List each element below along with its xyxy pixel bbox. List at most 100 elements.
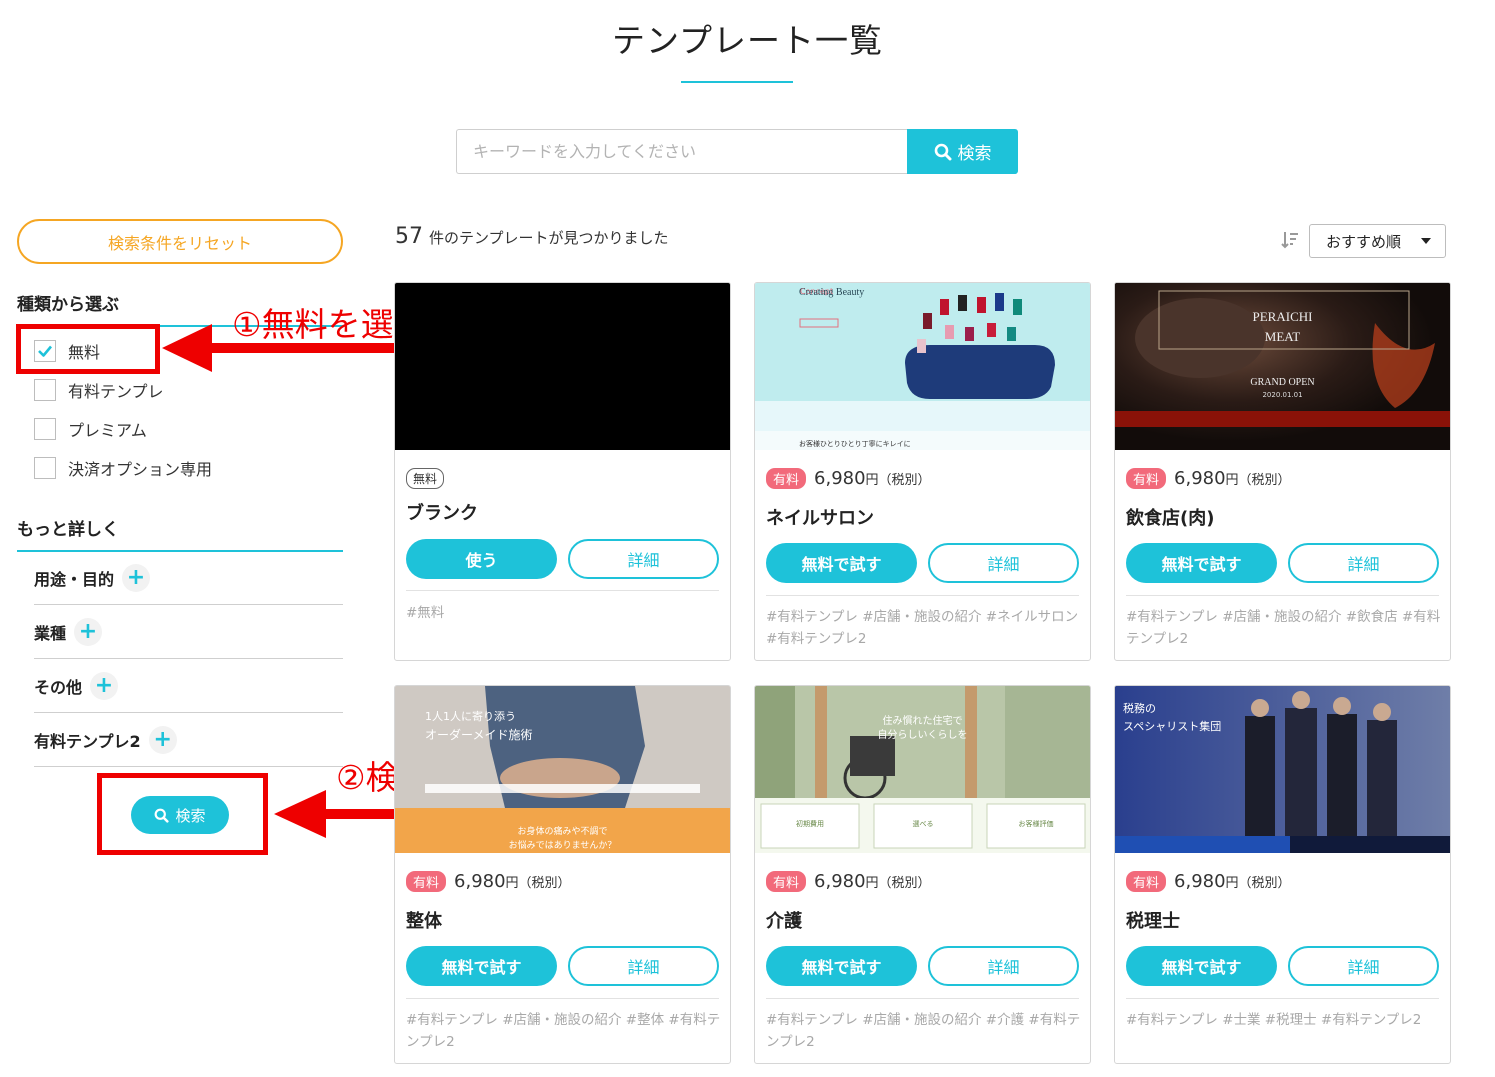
detail-button[interactable]: 詳細 [568, 946, 719, 986]
price-row: 有料 6,980円（税別） [406, 871, 571, 892]
filter-label: 業種 [34, 623, 67, 643]
try-free-button[interactable]: 無料で試す [766, 543, 917, 583]
price-row: 有料 6,980円（税別） [1126, 468, 1291, 489]
checkbox[interactable] [34, 418, 56, 440]
price-row: 有料 6,980円（税別） [766, 468, 931, 489]
detail-button[interactable]: 詳細 [1288, 946, 1439, 986]
tag-list: #有料テンプレ #店舗・施設の紹介 #飲食店 #有料テンプレ2 [1126, 609, 1441, 647]
tag-list: #有料テンプレ #店舗・施設の紹介 #ネイルサロン #有料テンプレ2 [766, 609, 1079, 647]
type-label: プレミアム [68, 421, 147, 440]
sort-label: おすすめ順 [1326, 232, 1402, 251]
template-card: Concept Creating Beauty お客様ひとりひとり丁寧にキレイに… [754, 282, 1091, 661]
thumb-text: スペシャリスト集団 [1123, 721, 1222, 733]
thumb-text: Creating Beauty [799, 287, 865, 298]
paid-badge: 有料 [766, 871, 807, 892]
price-unit: 円（税別） [1225, 876, 1291, 891]
thumb-text: 自分らしいくらしを [877, 730, 968, 741]
paid-badge: 有料 [406, 871, 447, 892]
type-checkbox-premium[interactable]: プレミアム [34, 417, 147, 441]
more-heading: もっと詳しく [17, 515, 343, 552]
title-underline [681, 81, 793, 83]
thumb-text: 選べる [912, 820, 934, 828]
try-free-button[interactable]: 無料で試す [766, 946, 917, 986]
template-thumbnail[interactable] [395, 283, 730, 450]
tag-list: #無料 [406, 605, 445, 621]
price-value: 6,980 [814, 468, 866, 489]
tag-list: #有料テンプレ #店舗・施設の紹介 #整体 #有料テンプレ2 [406, 1012, 721, 1050]
template-card: 無料 ブランク 使う 詳細 #無料 [394, 282, 731, 661]
detail-button[interactable]: 詳細 [568, 539, 719, 579]
plus-icon[interactable]: + [122, 563, 151, 592]
template-thumbnail[interactable]: 住み慣れた住宅で 自分らしいくらしを 初期費用 選べる お客様評価 [755, 686, 1090, 853]
page-title: テンプレート一覧 [611, 21, 883, 60]
keyword-search-label: 検索 [957, 144, 992, 164]
template-card: 住み慣れた住宅で 自分らしいくらしを 初期費用 選べる お客様評価 有料 6,9… [754, 685, 1091, 1064]
paid-badge: 有料 [766, 468, 807, 489]
divider [766, 595, 1079, 596]
result-count-number: 57 [395, 224, 423, 249]
plus-icon[interactable]: + [74, 617, 103, 646]
price-value: 6,980 [454, 871, 506, 892]
divider [406, 998, 719, 999]
search-icon [934, 143, 951, 160]
price-value: 6,980 [1174, 468, 1226, 489]
sort-select[interactable]: おすすめ順 [1309, 224, 1446, 258]
thumb-text: GRAND OPEN [1250, 377, 1315, 388]
divider [1126, 595, 1439, 596]
thumb-text: お悩みではありませんか？ [508, 841, 617, 851]
template-name: 整体 [406, 911, 442, 932]
template-thumbnail[interactable]: 税務の スペシャリスト集団 [1115, 686, 1450, 853]
annotation-box-search [97, 773, 268, 855]
template-thumbnail[interactable]: 1人1人に寄り添う オーダーメイド施術 お身体の痛みや不調で お悩みではありませ… [395, 686, 730, 853]
annotation-box-free [16, 324, 160, 374]
keyword-search-button[interactable]: 検索 [907, 129, 1018, 174]
nail-salon-preview-image: Concept [755, 283, 1090, 450]
type-checkbox-payment[interactable]: 決済オプション専用 [34, 456, 212, 480]
filter-industry[interactable]: 業種 + [34, 605, 343, 659]
thumb-text: 2020.01.01 [1262, 391, 1303, 399]
template-thumbnail[interactable]: PERAICHI MEAT GRAND OPEN 2020.01.01 [1115, 283, 1450, 450]
template-name: 飲食店(肉) [1126, 508, 1215, 529]
divider [406, 590, 719, 591]
free-badge: 無料 [406, 468, 445, 489]
try-free-button[interactable]: 無料で試す [406, 946, 557, 986]
detail-button[interactable]: 詳細 [928, 946, 1079, 986]
detail-button[interactable]: 詳細 [928, 543, 1079, 583]
thumb-text: PERAICHI [1252, 309, 1313, 324]
filter-purpose[interactable]: 用途・目的 + [34, 551, 343, 605]
tag-list: #有料テンプレ #店舗・施設の紹介 #介護 #有料テンプレ2 [766, 1012, 1081, 1050]
tag-list: #有料テンプレ #士業 #税理士 #有料テンプレ2 [1126, 1012, 1422, 1028]
plus-icon[interactable]: + [90, 671, 119, 700]
price-value: 6,980 [1174, 871, 1226, 892]
result-count: 57 件のテンプレートが見つかりました [395, 224, 669, 249]
template-card: 税務の スペシャリスト集団 有料 6,980円（税別） 税理士 無料で試す 詳細… [1114, 685, 1451, 1064]
thumb-text: MEAT [1264, 329, 1301, 344]
template-thumbnail[interactable]: Concept Creating Beauty お客様ひとりひとり丁寧にキレイに [755, 283, 1090, 450]
plus-icon[interactable]: + [148, 725, 177, 754]
use-button[interactable]: 使う [406, 539, 557, 579]
divider [766, 998, 1079, 999]
filter-label: 有料テンプレ2 [34, 731, 141, 751]
detail-button[interactable]: 詳細 [1288, 543, 1439, 583]
try-free-button[interactable]: 無料で試す [1126, 946, 1277, 986]
thumb-text: オーダーメイド施術 [425, 728, 533, 742]
thumb-text: お客様評価 [1018, 820, 1054, 828]
filter-paid-template-2[interactable]: 有料テンプレ2 + [34, 713, 343, 767]
template-card: 1人1人に寄り添う オーダーメイド施術 お身体の痛みや不調で お悩みではありませ… [394, 685, 731, 1064]
price-row: 有料 6,980円（税別） [1126, 871, 1291, 892]
paid-badge: 有料 [1126, 468, 1167, 489]
try-free-button[interactable]: 無料で試す [1126, 543, 1277, 583]
price-unit: 円（税別） [505, 876, 571, 891]
checkbox[interactable] [34, 457, 56, 479]
thumb-text: 税務の [1123, 703, 1156, 715]
template-name: 介護 [766, 911, 802, 932]
type-checkbox-paid[interactable]: 有料テンプレ [34, 378, 164, 402]
price-value: 6,980 [814, 871, 866, 892]
checkbox[interactable] [34, 379, 56, 401]
thumb-text: お客様ひとりひとり丁寧にキレイに [799, 440, 911, 448]
filter-label: その他 [34, 677, 83, 697]
filter-other[interactable]: その他 + [34, 659, 343, 713]
reset-filters-button[interactable]: 検索条件をリセット [17, 219, 343, 264]
sort-icon[interactable] [1280, 230, 1300, 250]
keyword-search-input[interactable] [456, 129, 908, 174]
